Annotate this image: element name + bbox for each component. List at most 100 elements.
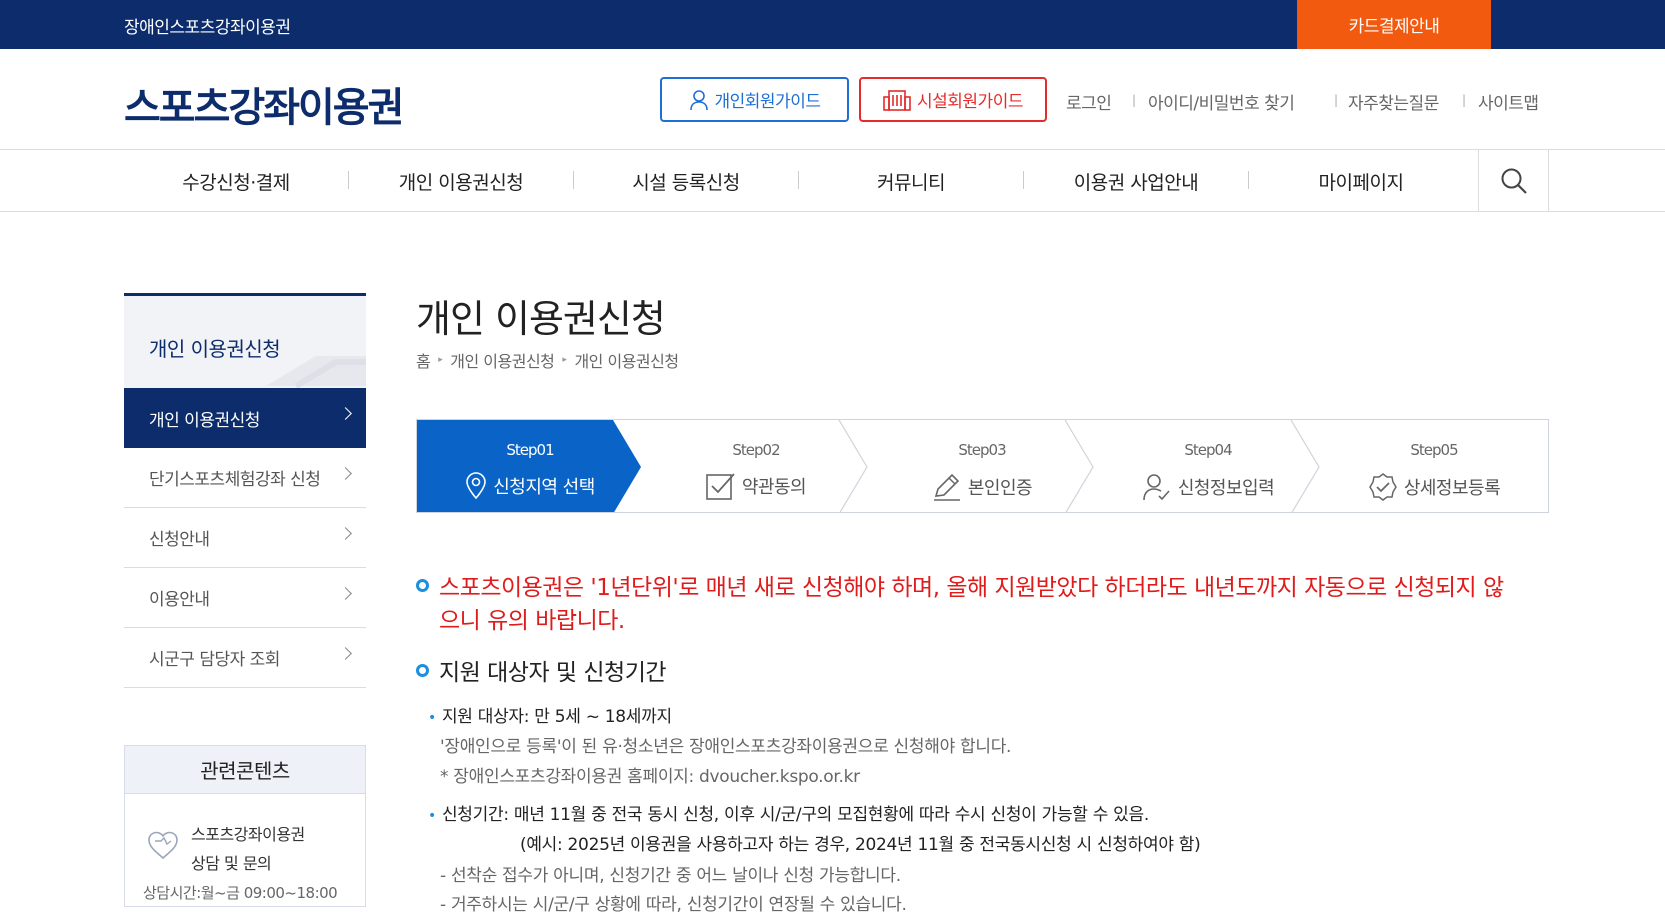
search-button[interactable] bbox=[1478, 150, 1549, 212]
nav-mypage[interactable]: 마이페이지 bbox=[1249, 150, 1473, 212]
chevron-right-icon bbox=[339, 407, 352, 420]
step-number: Step03 bbox=[958, 441, 1006, 459]
personal-member-guide-button[interactable]: 개인회원가이드 bbox=[660, 77, 849, 122]
sidebar-item-usage-guide[interactable]: 이용안내 bbox=[124, 568, 366, 628]
consultation-line2: 상담 및 문의 bbox=[191, 854, 272, 873]
main-navigation: 수강신청·결제 개인 이용권신청 시설 등록신청 커뮤니티 이용권 사업안내 마… bbox=[0, 150, 1665, 212]
sidebar-item-personal-voucher[interactable]: 개인 이용권신청 bbox=[124, 388, 366, 448]
util-divider: | bbox=[1334, 93, 1339, 107]
watermark-icon bbox=[266, 356, 366, 388]
nav-business-info[interactable]: 이용권 사업안내 bbox=[1024, 150, 1248, 212]
period-sub1: (예시: 2025년 이용권을 사용하고자 하는 경우, 2024년 11월 중… bbox=[520, 835, 1201, 855]
personal-member-guide-label: 개인회원가이드 bbox=[714, 92, 821, 112]
dot-bullet-icon: • bbox=[428, 808, 436, 824]
breadcrumb-item[interactable]: 개인 이용권신청 bbox=[450, 348, 555, 372]
chevron-right-icon bbox=[339, 467, 352, 480]
step-5: Step05 상세정보등록 bbox=[1321, 420, 1547, 512]
user-check-icon bbox=[1143, 474, 1170, 501]
location-pin-icon bbox=[466, 472, 487, 500]
sidebar-item-application-guide[interactable]: 신청안내 bbox=[124, 508, 366, 568]
sidebar-item-short-term-course[interactable]: 단기스포츠체험강좌 신청 bbox=[124, 448, 366, 508]
period-label: 신청기간: 매년 11월 중 전국 동시 신청, 이후 시/군/구의 모집현황에… bbox=[441, 805, 1149, 825]
notice-line2: 으니 유의 바랍니다. bbox=[439, 608, 625, 634]
find-id-password-link[interactable]: 아이디/비밀번호 찾기 bbox=[1148, 89, 1295, 114]
step-name-row: 약관동의 bbox=[643, 472, 869, 500]
nav-community[interactable]: 커뮤니티 bbox=[799, 150, 1023, 212]
sidebar-item-label: 개인 이용권신청 bbox=[149, 410, 260, 431]
period-sub2: - 선착순 접수가 아니며, 신청기간 중 어느 날이나 신청 가능합니다. bbox=[440, 866, 901, 886]
step-name: 약관동의 bbox=[741, 477, 807, 498]
facility-member-guide-button[interactable]: 시설회원가이드 bbox=[859, 77, 1047, 122]
step-number: Step01 bbox=[506, 441, 554, 459]
card-payment-button[interactable]: 카드결제안내 bbox=[1297, 0, 1491, 49]
step-name-row: 신청정보입력 bbox=[1095, 472, 1321, 502]
breadcrumb-current: 개인 이용권신청 bbox=[574, 352, 679, 371]
page-title: 개인 이용권신청 bbox=[416, 297, 666, 341]
breadcrumb-home[interactable]: 홈 bbox=[416, 348, 431, 372]
sidebar-header: 개인 이용권신청 bbox=[124, 293, 366, 388]
step-number: Step05 bbox=[1410, 441, 1458, 459]
sidebar-item-label: 신청안내 bbox=[149, 530, 210, 550]
facility-member-guide-label: 시설회원가이드 bbox=[917, 92, 1023, 112]
breadcrumb-separator-icon: ▸ bbox=[438, 355, 443, 365]
checkbox-icon bbox=[706, 473, 735, 500]
sidebar-item-label: 이용안내 bbox=[149, 590, 210, 610]
target-item: • 지원 대상자: 만 5세 ~ 18세까지 bbox=[428, 702, 672, 727]
period-sub3: - 거주하시는 시/군/구 상황에 따라, 신청기간이 연장될 수 있습니다. bbox=[440, 895, 907, 915]
breadcrumb: 홈 ▸ 개인 이용권신청 ▸ 개인 이용권신청 bbox=[416, 348, 679, 372]
chevron-right-icon bbox=[339, 587, 352, 600]
step-2: Step02 약관동의 bbox=[643, 420, 869, 512]
circle-bullet-icon bbox=[416, 579, 429, 592]
chevron-right-icon bbox=[339, 527, 352, 540]
step-4: Step04 신청정보입력 bbox=[1095, 420, 1321, 512]
sidebar-item-label: 시군구 담당자 조회 bbox=[149, 650, 280, 670]
util-divider: | bbox=[1462, 93, 1467, 107]
step-number: Step04 bbox=[1184, 441, 1232, 459]
target-sub2: * 장애인스포츠강좌이용권 홈페이지: dvoucher.kspo.or.kr bbox=[440, 767, 860, 787]
section-title-text: 지원 대상자 및 신청기간 bbox=[439, 660, 667, 686]
circle-bullet-icon bbox=[416, 664, 429, 677]
faq-link[interactable]: 자주찾는질문 bbox=[1348, 89, 1439, 114]
target-label: 지원 대상자: 만 5세 ~ 18세까지 bbox=[441, 707, 672, 727]
heart-chat-icon bbox=[148, 831, 178, 860]
step-name: 신청지역 선택 bbox=[493, 477, 595, 498]
step-name: 신청정보입력 bbox=[1177, 478, 1275, 499]
step-name: 본인인증 bbox=[967, 478, 1033, 499]
top-bar: 장애인스포츠강좌이용권 카드결제안내 bbox=[0, 0, 1665, 49]
notice-line1: 스포츠이용권은 '1년단위'로 매년 새로 신청해야 하며, 올해 지원받았다 … bbox=[439, 575, 1504, 601]
notice-text: 스포츠이용권은 '1년단위'로 매년 새로 신청해야 하며, 올해 지원받았다 … bbox=[416, 572, 1546, 638]
consultation-hours: 상담시간:월~금 09:00~18:00 bbox=[143, 884, 338, 902]
check-badge-icon bbox=[1368, 473, 1397, 501]
util-divider: | bbox=[1132, 93, 1137, 107]
related-content-box: 관련콘텐츠 스포츠강좌이용권 상담 및 문의 상담시간:월~금 09:00~18… bbox=[124, 745, 366, 907]
sidebar-item-district-officer[interactable]: 시군구 담당자 조회 bbox=[124, 628, 366, 688]
nav-course-payment[interactable]: 수강신청·결제 bbox=[124, 150, 348, 212]
related-content-title: 관련콘텐츠 bbox=[125, 746, 365, 794]
dot-bullet-icon: • bbox=[428, 710, 436, 726]
period-item: • 신청기간: 매년 11월 중 전국 동시 신청, 이후 시/군/구의 모집현황… bbox=[428, 800, 1149, 825]
step-name-row: 신청지역 선택 bbox=[417, 472, 643, 500]
sitemap-link[interactable]: 사이트맵 bbox=[1478, 89, 1539, 114]
step-name-row: 본인인증 bbox=[869, 472, 1095, 502]
building-icon bbox=[883, 89, 911, 111]
application-steps: Step01 신청지역 선택 Step02 약관동의 Step03 본인인증 S… bbox=[416, 419, 1549, 513]
login-link[interactable]: 로그인 bbox=[1066, 89, 1112, 114]
step-name-row: 상세정보등록 bbox=[1321, 472, 1547, 502]
site-logo[interactable]: 스포츠강좌이용권 bbox=[124, 75, 404, 133]
step-3: Step03 본인인증 bbox=[869, 420, 1095, 512]
nav-personal-voucher[interactable]: 개인 이용권신청 bbox=[349, 150, 573, 212]
nav-facility-registration[interactable]: 시설 등록신청 bbox=[574, 150, 798, 212]
chevron-right-icon bbox=[339, 647, 352, 660]
pencil-icon bbox=[933, 473, 960, 501]
annual-application-notice: 스포츠이용권은 '1년단위'로 매년 새로 신청해야 하며, 올해 지원받았다 … bbox=[416, 572, 1546, 638]
search-icon bbox=[1501, 168, 1527, 194]
section-title: 지원 대상자 및 신청기간 bbox=[416, 653, 667, 687]
step-name: 상세정보등록 bbox=[1403, 478, 1501, 499]
sidebar-item-label: 단기스포츠체험강좌 신청 bbox=[149, 470, 321, 490]
person-icon bbox=[689, 89, 708, 110]
step-1: Step01 신청지역 선택 bbox=[417, 420, 643, 512]
disabled-sports-voucher-link[interactable]: 장애인스포츠강좌이용권 bbox=[124, 13, 291, 38]
step-number: Step02 bbox=[732, 441, 780, 459]
consultation-text[interactable]: 스포츠강좌이용권 상담 및 문의 bbox=[191, 820, 305, 878]
breadcrumb-separator-icon: ▸ bbox=[562, 355, 567, 365]
